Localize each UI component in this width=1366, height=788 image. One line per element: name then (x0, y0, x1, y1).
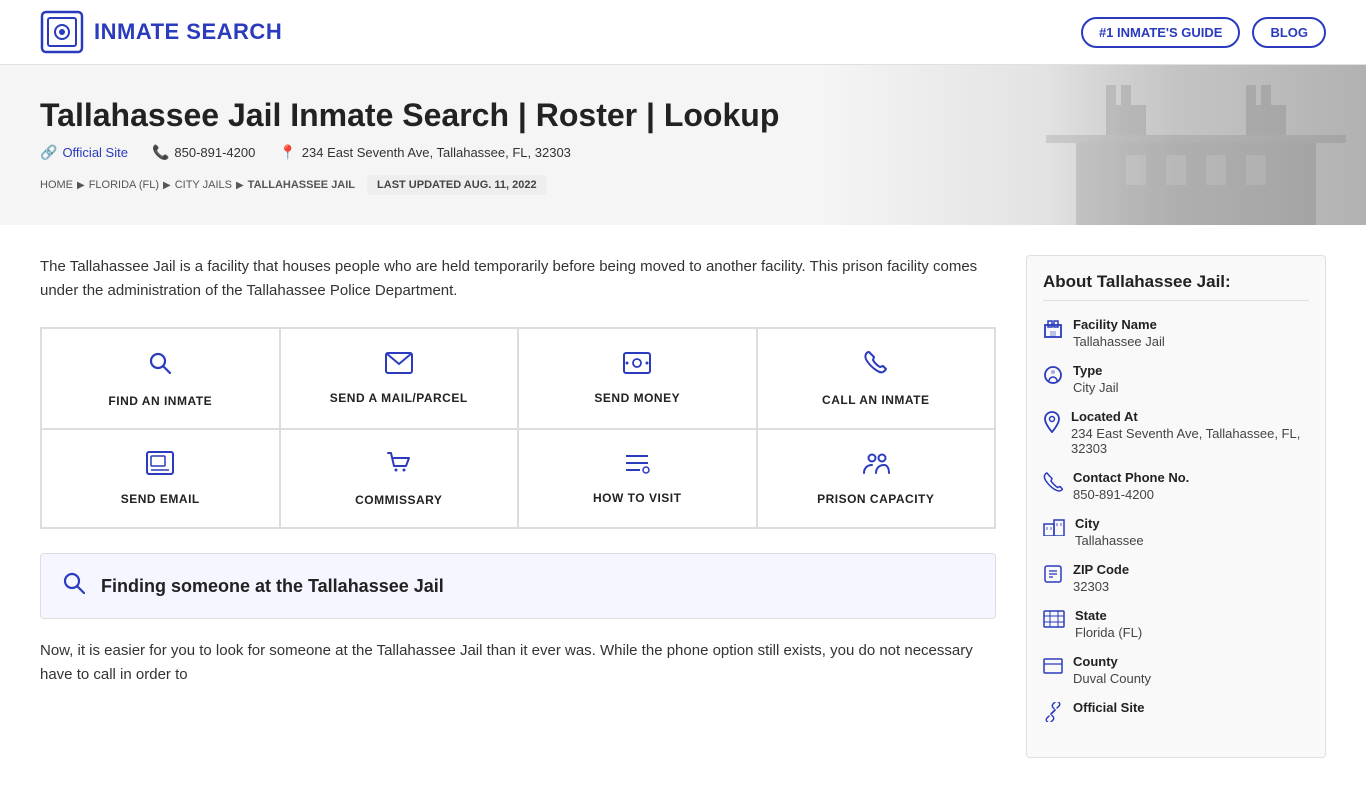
located-at-value: 234 East Seventh Ave, Tallahassee, FL, 3… (1071, 426, 1309, 456)
state-label: State (1075, 608, 1142, 623)
logo-icon (40, 10, 84, 54)
sidebar-official-site: Official Site (1043, 700, 1309, 727)
county-value: Duval County (1073, 671, 1151, 686)
action-find-inmate-label: FIND AN INMATE (108, 394, 212, 408)
type-value: City Jail (1073, 380, 1119, 395)
finding-search-icon (61, 570, 87, 602)
capacity-icon (862, 451, 890, 482)
header-nav: #1 INMATE'S GUIDE BLOG (1081, 17, 1326, 48)
description-text: The Tallahassee Jail is a facility that … (40, 255, 996, 303)
action-how-to-visit-label: HOW TO VISIT (593, 491, 681, 505)
sidebar: About Tallahassee Jail: Facility Name Ta… (1026, 255, 1326, 758)
action-send-money-label: SEND MONEY (594, 391, 680, 405)
last-updated-badge: LAST UPDATED AUG. 11, 2022 (367, 175, 547, 195)
content-area: The Tallahassee Jail is a facility that … (40, 255, 996, 758)
action-call-inmate[interactable]: CALL AN INMATE (757, 328, 996, 429)
county-icon (1043, 656, 1063, 681)
sidebar-heading: About Tallahassee Jail: (1043, 272, 1309, 301)
zip-value: 32303 (1073, 579, 1129, 594)
sidebar-phone: Contact Phone No. 850-891-4200 (1043, 470, 1309, 502)
sidebar-city: City Tallahassee (1043, 516, 1309, 548)
finding-section: Finding someone at the Tallahassee Jail (40, 553, 996, 619)
breadcrumb-sep-3: ▶ (236, 180, 244, 191)
located-at-icon (1043, 411, 1061, 438)
address-meta: 📍 234 East Seventh Ave, Tallahassee, FL,… (279, 144, 571, 161)
facility-name-value: Tallahassee Jail (1073, 334, 1165, 349)
state-value: Florida (FL) (1075, 625, 1142, 640)
sidebar-located-at: Located At 234 East Seventh Ave, Tallaha… (1043, 409, 1309, 456)
phone-icon: 📞 (152, 144, 169, 161)
official-site-meta: 🔗 Official Site (40, 144, 128, 161)
city-label: City (1075, 516, 1144, 531)
sidebar-facility-name: Facility Name Tallahassee Jail (1043, 317, 1309, 349)
cart-icon (386, 450, 412, 483)
sidebar-type: Type City Jail (1043, 363, 1309, 395)
phone-value: 850-891-4200 (174, 145, 255, 160)
action-grid: FIND AN INMATE SEND A MAIL/PARCEL (40, 327, 996, 529)
link-icon: 🔗 (40, 144, 57, 161)
breadcrumb-sep-2: ▶ (163, 180, 171, 191)
city-value: Tallahassee (1075, 533, 1144, 548)
action-send-email[interactable]: SEND EMAIL (41, 429, 280, 528)
phone-label: Contact Phone No. (1073, 470, 1189, 485)
breadcrumb-sep-1: ▶ (77, 180, 85, 191)
hero-section: Tallahassee Jail Inmate Search | Roster … (0, 65, 1366, 225)
action-send-mail-label: SEND A MAIL/PARCEL (330, 391, 468, 405)
breadcrumb-current: TALLAHASSEE JAIL (248, 179, 355, 191)
sidebar-card: About Tallahassee Jail: Facility Name Ta… (1026, 255, 1326, 758)
official-site-label: Official Site (1073, 700, 1145, 715)
blog-button[interactable]: BLOG (1252, 17, 1326, 48)
guide-button[interactable]: #1 INMATE'S GUIDE (1081, 17, 1240, 48)
sidebar-state: State Florida (FL) (1043, 608, 1309, 640)
location-icon: 📍 (279, 144, 296, 161)
main-content: The Tallahassee Jail is a facility that … (0, 225, 1366, 788)
action-prison-capacity-label: PRISON CAPACITY (817, 492, 934, 506)
money-icon (623, 352, 651, 381)
action-call-inmate-label: CALL AN INMATE (822, 393, 929, 407)
type-icon (1043, 365, 1063, 390)
action-send-money[interactable]: SEND MONEY (518, 328, 757, 429)
sidebar-county: County Duval County (1043, 654, 1309, 686)
official-site-icon (1043, 702, 1063, 727)
city-icon (1043, 518, 1065, 541)
search-icon (146, 349, 174, 384)
zip-icon (1043, 564, 1063, 589)
phone-value: 850-891-4200 (1073, 487, 1189, 502)
phone-call-icon (863, 350, 889, 383)
body-text: Now, it is easier for you to look for so… (40, 639, 996, 687)
logo-link[interactable]: INMATE SEARCH (40, 10, 282, 54)
facility-name-label: Facility Name (1073, 317, 1165, 332)
action-commissary-label: COMMISSARY (355, 493, 442, 507)
action-send-mail[interactable]: SEND A MAIL/PARCEL (280, 328, 519, 429)
finding-title: Finding someone at the Tallahassee Jail (101, 576, 444, 597)
breadcrumb-city-jails[interactable]: CITY JAILS (175, 179, 232, 191)
breadcrumb-home[interactable]: HOME (40, 179, 73, 191)
action-find-inmate[interactable]: FIND AN INMATE (41, 328, 280, 429)
located-at-label: Located At (1071, 409, 1309, 424)
type-label: Type (1073, 363, 1119, 378)
official-site-link[interactable]: Official Site (62, 145, 128, 160)
action-prison-capacity[interactable]: PRISON CAPACITY (757, 429, 996, 528)
visit-icon (624, 452, 650, 481)
logo-text: INMATE SEARCH (94, 19, 282, 45)
county-label: County (1073, 654, 1151, 669)
action-send-email-label: SEND EMAIL (121, 492, 200, 506)
sidebar-zip: ZIP Code 32303 (1043, 562, 1309, 594)
facility-icon (1043, 319, 1063, 344)
action-commissary[interactable]: COMMISSARY (280, 429, 519, 528)
action-how-to-visit[interactable]: HOW TO VISIT (518, 429, 757, 528)
state-icon (1043, 610, 1065, 633)
sidebar-phone-icon (1043, 472, 1063, 497)
breadcrumb-florida[interactable]: FLORIDA (FL) (89, 179, 159, 191)
address-value: 234 East Seventh Ave, Tallahassee, FL, 3… (302, 145, 571, 160)
email-icon (146, 451, 174, 482)
mail-icon (385, 352, 413, 381)
phone-meta: 📞 850-891-4200 (152, 144, 255, 161)
jail-silhouette-icon (1046, 75, 1346, 225)
zip-label: ZIP Code (1073, 562, 1129, 577)
header: INMATE SEARCH #1 INMATE'S GUIDE BLOG (0, 0, 1366, 65)
